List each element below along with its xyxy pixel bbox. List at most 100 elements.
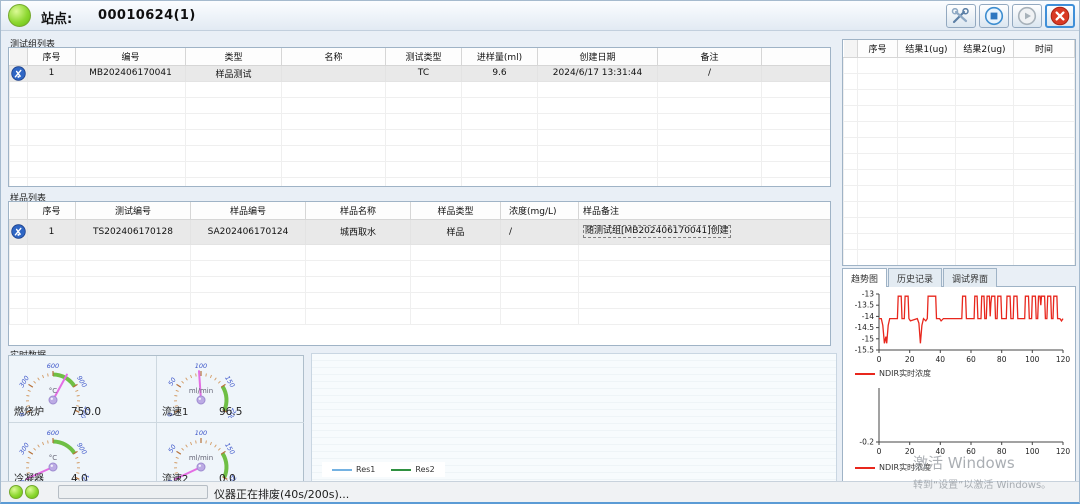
wrench-icon xyxy=(951,8,971,25)
trend-chart-2: -0.2020406080100120 xyxy=(845,383,1075,457)
data-grid: 序号编号类型名称测试类型进样量(ml)创建日期备注1MB202406170041… xyxy=(9,48,831,187)
play-icon xyxy=(1017,6,1037,26)
close-button[interactable] xyxy=(1045,4,1075,28)
tab-debug[interactable]: 调试界面 xyxy=(943,268,997,287)
tab-trend[interactable]: 趋势图 xyxy=(842,268,887,287)
svg-text:50: 50 xyxy=(167,443,178,454)
table-header-row: 序号编号类型名称测试类型进样量(ml)创建日期备注 xyxy=(10,48,832,65)
empty-row xyxy=(10,177,832,187)
table-cell: 1 xyxy=(28,219,76,244)
close-icon xyxy=(1050,6,1070,26)
column-header[interactable]: 进样量(ml) xyxy=(462,48,538,65)
table-cell: TC xyxy=(386,65,462,81)
svg-text:100: 100 xyxy=(1025,355,1040,364)
tab-history[interactable]: 历史记录 xyxy=(888,268,942,287)
svg-text:120: 120 xyxy=(1056,355,1071,364)
empty-row xyxy=(10,145,832,161)
column-header[interactable]: 时间 xyxy=(1014,40,1075,57)
svg-text:100: 100 xyxy=(1025,447,1040,456)
trend-tab-panel: -13-13.5-14-14.5-15-15.5020406080100120 … xyxy=(842,286,1076,498)
empty-row xyxy=(10,113,832,129)
column-header[interactable]: 名称 xyxy=(282,48,386,65)
app-window: 站点: 00010624(1) xyxy=(0,0,1080,504)
svg-text:60: 60 xyxy=(966,355,976,364)
titlebar: 站点: 00010624(1) xyxy=(1,1,1079,31)
table-row[interactable]: 1TS202406170128SA202406170124城西取水样品/随测试组… xyxy=(10,219,832,244)
column-header[interactable]: 浓度(mg/L) xyxy=(501,202,579,219)
data-grid: 序号结果1(ug)结果2(ug)时间 xyxy=(843,40,1075,266)
svg-text:40: 40 xyxy=(936,447,946,456)
column-header[interactable]: 序号 xyxy=(28,48,76,65)
stop-icon xyxy=(984,6,1004,26)
empty-row xyxy=(844,105,1075,121)
svg-text:-13: -13 xyxy=(862,290,874,299)
gauge-grid: 03006009001200°C燃烧炉750.0050100150200ml/m… xyxy=(9,356,303,481)
trend-chart-2-legend: NDIR实时浓度 xyxy=(855,462,931,473)
empty-row xyxy=(10,129,832,145)
svg-text:900: 900 xyxy=(75,374,88,389)
site-label: 站点: xyxy=(41,8,72,27)
empty-row xyxy=(10,161,832,177)
svg-text:120: 120 xyxy=(1056,447,1071,456)
column-header[interactable]: 样品备注 xyxy=(579,202,832,219)
trend-chart-1-legend: NDIR实时浓度 xyxy=(855,368,931,379)
svg-text:50: 50 xyxy=(167,376,178,387)
svg-text:40: 40 xyxy=(936,355,946,364)
empty-row xyxy=(10,260,832,276)
table-cell: 2024/6/17 13:31:44 xyxy=(538,65,658,81)
column-header[interactable]: 测试类型 xyxy=(386,48,462,65)
empty-row xyxy=(844,233,1075,249)
column-header[interactable]: 样品名称 xyxy=(306,202,411,219)
svg-text:20: 20 xyxy=(905,355,915,364)
gauge-label: 流速1 xyxy=(162,403,188,418)
empty-row xyxy=(10,308,832,324)
column-header[interactable]: 序号 xyxy=(858,40,898,57)
svg-text:300: 300 xyxy=(18,441,31,456)
empty-row xyxy=(10,276,832,292)
column-header[interactable]: 创建日期 xyxy=(538,48,658,65)
table-header-row: 序号结果1(ug)结果2(ug)时间 xyxy=(844,40,1075,57)
column-header[interactable]: 结果2(ug) xyxy=(956,40,1014,57)
table-row[interactable]: 1MB202406170041样品测试TC9.62024/6/17 13:31:… xyxy=(10,65,832,81)
play-button[interactable] xyxy=(1012,4,1042,28)
table-cell: SA202406170124 xyxy=(191,219,306,244)
svg-text:-15.5: -15.5 xyxy=(855,346,875,355)
column-header[interactable]: 样品编号 xyxy=(191,202,306,219)
svg-text:20: 20 xyxy=(905,447,915,456)
empty-row xyxy=(844,185,1075,201)
tools-button[interactable] xyxy=(946,4,976,28)
empty-row xyxy=(844,201,1075,217)
legend-item: NDIR实时浓度 xyxy=(855,462,931,473)
status-led-1 xyxy=(9,485,23,499)
table-cell xyxy=(282,65,386,81)
row-tool-icon xyxy=(11,224,26,239)
svg-text:0: 0 xyxy=(877,355,882,364)
table-cell: 样品测试 xyxy=(186,65,282,81)
table-cell: 城西取水 xyxy=(306,219,411,244)
gauge-2: 050100150200ml/min流速196.5 xyxy=(157,356,304,423)
empty-row xyxy=(844,89,1075,105)
svg-text:°C: °C xyxy=(49,387,58,395)
column-header[interactable]: 测试编号 xyxy=(76,202,191,219)
stop-button[interactable] xyxy=(979,4,1009,28)
column-header[interactable]: 样品类型 xyxy=(411,202,501,219)
svg-text:80: 80 xyxy=(997,355,1007,364)
sample-table: 序号测试编号样品编号样品名称样品类型浓度(mg/L)样品备注1TS2024061… xyxy=(8,201,831,346)
empty-row xyxy=(844,121,1075,137)
svg-text:80: 80 xyxy=(997,447,1007,456)
table-cell: / xyxy=(658,65,762,81)
column-header[interactable]: 类型 xyxy=(186,48,282,65)
empty-row xyxy=(10,244,832,260)
column-header[interactable]: 备注 xyxy=(658,48,762,65)
test-group-table: 序号编号类型名称测试类型进样量(ml)创建日期备注1MB202406170041… xyxy=(8,47,831,187)
column-header[interactable]: 序号 xyxy=(28,202,76,219)
column-header[interactable]: 编号 xyxy=(76,48,186,65)
column-header[interactable]: 结果1(ug) xyxy=(898,40,956,57)
empty-row xyxy=(10,81,832,97)
table-cell: 随测试组[MB202406170041]创建 xyxy=(579,219,832,244)
table-cell: / xyxy=(501,219,579,244)
table-cell: 1 xyxy=(28,65,76,81)
gauge-4: 050100150200ml/min流速20.0 xyxy=(157,423,304,489)
status-text: 仪器正在排废(40s/200s)... xyxy=(214,486,349,502)
gauge-1: 03006009001200°C燃烧炉750.0 xyxy=(9,356,157,423)
